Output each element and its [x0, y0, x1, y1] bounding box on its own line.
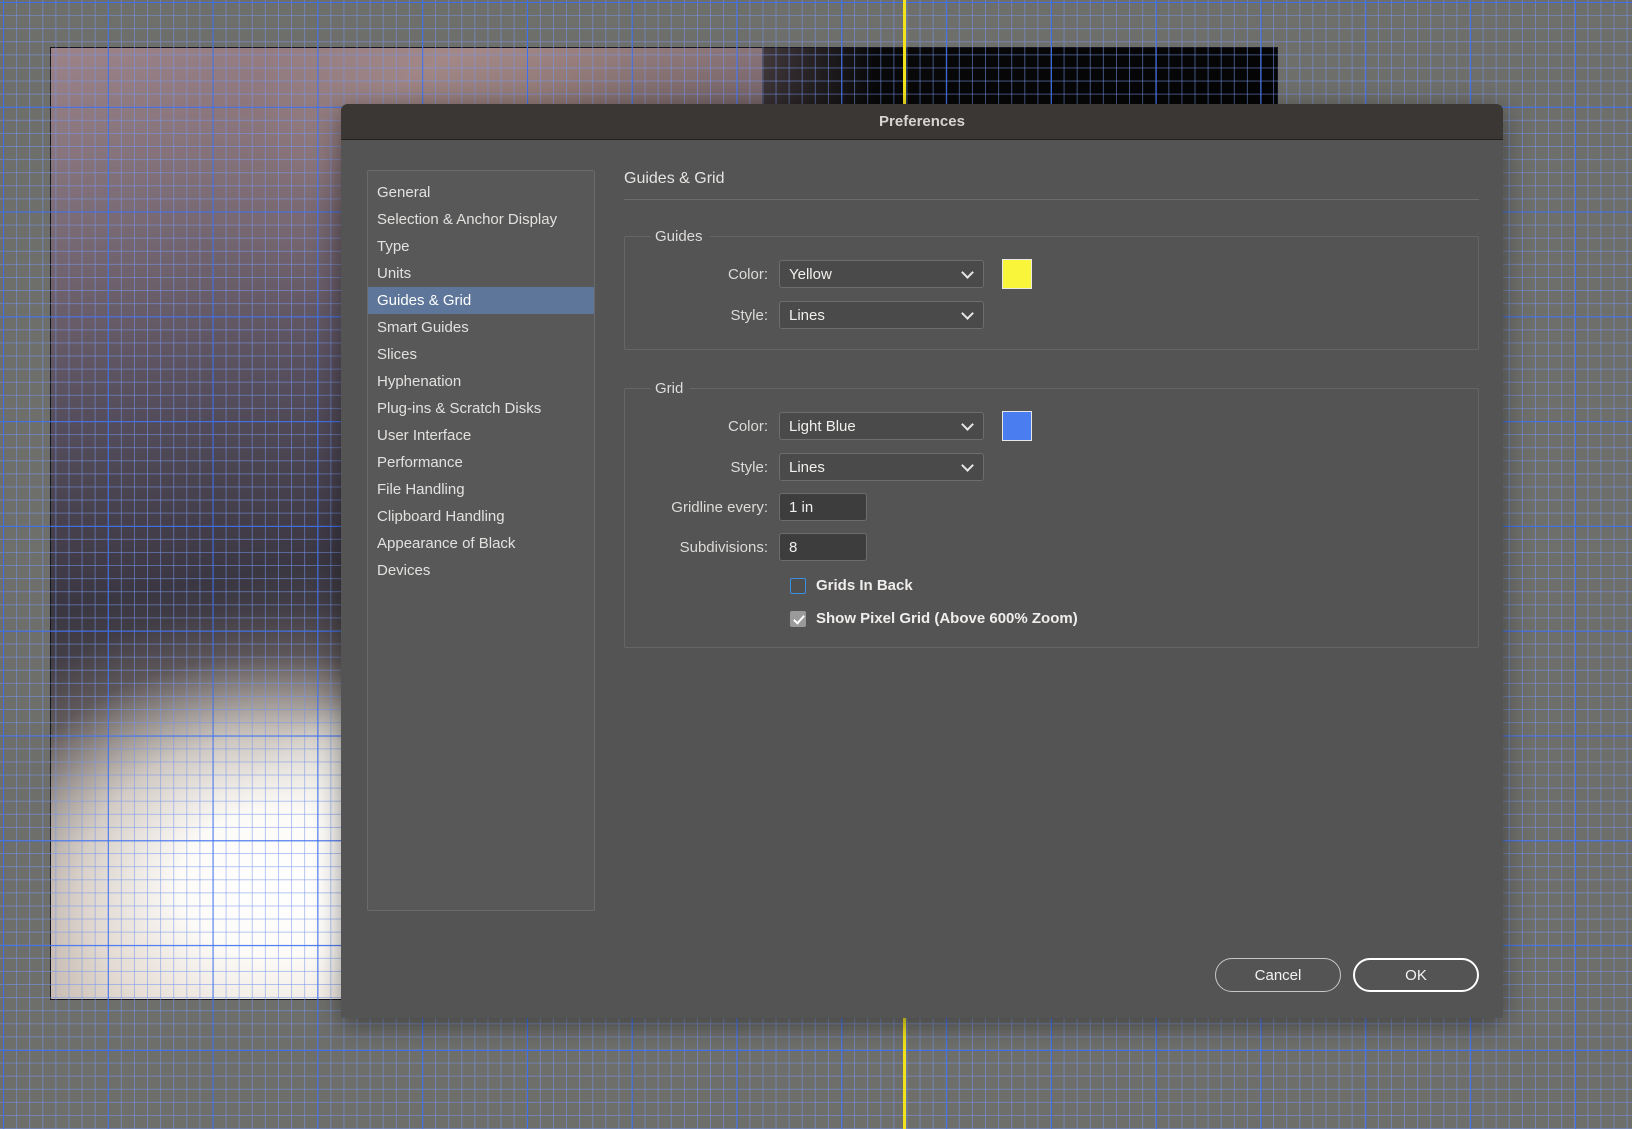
chevron-down-icon [961, 459, 974, 472]
sidebar-item-label: Appearance of Black [377, 535, 516, 552]
dialog-body: General Selection & Anchor Display Type … [341, 140, 1503, 1018]
gridline-every-row: Gridline every: 1 in [643, 493, 1460, 521]
grids-in-back-label: Grids In Back [816, 577, 913, 594]
dialog-title: Preferences [879, 113, 965, 130]
sidebar-item-performance[interactable]: Performance [368, 449, 594, 476]
preferences-dialog: Preferences General Selection & Anchor D… [341, 104, 1503, 1018]
grid-color-select[interactable]: Light Blue [779, 412, 984, 440]
sidebar-item-label: Performance [377, 454, 463, 471]
sidebar-item-selection-anchor-display[interactable]: Selection & Anchor Display [368, 206, 594, 233]
preferences-category-list[interactable]: General Selection & Anchor Display Type … [367, 170, 595, 911]
guides-color-row: Color: Yellow [643, 259, 1460, 289]
chevron-down-icon [961, 266, 974, 279]
grid-color-value: Light Blue [789, 417, 856, 435]
sidebar-item-file-handling[interactable]: File Handling [368, 476, 594, 503]
guides-color-swatch[interactable] [1002, 259, 1032, 289]
grid-group-legend: Grid [655, 380, 684, 397]
guides-style-row: Style: Lines [643, 301, 1460, 329]
pane-heading: Guides & Grid [624, 170, 1479, 200]
grid-color-label: Color: [727, 417, 768, 435]
sidebar-item-devices[interactable]: Devices [368, 557, 594, 584]
sidebar-item-label: Type [377, 238, 410, 255]
guides-group-legend: Guides [655, 228, 703, 245]
grid-color-swatch[interactable] [1002, 411, 1032, 441]
sidebar-item-label: Devices [377, 562, 431, 579]
settings-pane: Guides & Grid Guides Color: Yellow Style… [595, 170, 1479, 1018]
sidebar-item-hyphenation[interactable]: Hyphenation [368, 368, 594, 395]
dialog-footer: Cancel OK [1215, 958, 1479, 992]
subdivisions-value: 8 [789, 538, 798, 556]
grid-group: Grid Color: Light Blue Style: Lines Grid… [624, 380, 1479, 648]
sidebar-item-plugins-scratch-disks[interactable]: Plug-ins & Scratch Disks [368, 395, 594, 422]
guides-style-value: Lines [789, 306, 825, 324]
grid-style-row: Style: Lines [643, 453, 1460, 481]
sidebar-item-clipboard-handling[interactable]: Clipboard Handling [368, 503, 594, 530]
chevron-down-icon [961, 307, 974, 320]
sidebar-item-user-interface[interactable]: User Interface [368, 422, 594, 449]
sidebar-item-label: Hyphenation [377, 373, 462, 390]
sidebar-item-appearance-of-black[interactable]: Appearance of Black [368, 530, 594, 557]
sidebar-item-label: Guides & Grid [377, 292, 472, 309]
gridline-every-value: 1 in [789, 498, 814, 516]
dialog-titlebar[interactable]: Preferences [341, 104, 1503, 140]
show-pixel-grid-row[interactable]: Show Pixel Grid (Above 600% Zoom) [790, 610, 1460, 627]
ok-button[interactable]: OK [1353, 958, 1479, 992]
sidebar-item-label: User Interface [377, 427, 472, 444]
guides-style-select[interactable]: Lines [779, 301, 984, 329]
chevron-down-icon [961, 418, 974, 431]
sidebar-item-label: Selection & Anchor Display [377, 211, 558, 228]
grid-style-label: Style: [730, 458, 768, 476]
grids-in-back-checkbox[interactable] [790, 577, 806, 594]
sidebar-item-smart-guides[interactable]: Smart Guides [368, 314, 594, 341]
sidebar-item-label: Clipboard Handling [377, 508, 505, 525]
gridline-every-input[interactable]: 1 in [779, 493, 867, 521]
show-pixel-grid-checkbox[interactable] [790, 610, 806, 627]
sidebar-item-slices[interactable]: Slices [368, 341, 594, 368]
sidebar-item-label: General [377, 184, 431, 201]
subdivisions-row: Subdivisions: 8 [643, 533, 1460, 561]
sidebar-item-label: Units [377, 265, 412, 282]
cancel-button[interactable]: Cancel [1215, 958, 1341, 992]
sidebar-item-label: Slices [377, 346, 418, 363]
show-pixel-grid-label: Show Pixel Grid (Above 600% Zoom) [816, 610, 1078, 627]
subdivisions-label: Subdivisions: [679, 538, 768, 556]
guides-color-value: Yellow [789, 265, 832, 283]
subdivisions-input[interactable]: 8 [779, 533, 867, 561]
gridline-every-label: Gridline every: [671, 498, 768, 516]
grid-color-row: Color: Light Blue [643, 411, 1460, 441]
sidebar-item-guides-grid[interactable]: Guides & Grid [368, 287, 594, 314]
guides-color-select[interactable]: Yellow [779, 260, 984, 288]
sidebar-item-type[interactable]: Type [368, 233, 594, 260]
sidebar-item-general[interactable]: General [368, 179, 594, 206]
sidebar-item-units[interactable]: Units [368, 260, 594, 287]
sidebar-item-label: Plug-ins & Scratch Disks [377, 400, 542, 417]
guides-group: Guides Color: Yellow Style: Lines [624, 228, 1479, 350]
grids-in-back-row[interactable]: Grids In Back [790, 577, 1460, 594]
guides-style-label: Style: [730, 306, 768, 324]
grid-style-value: Lines [789, 458, 825, 476]
guides-color-label: Color: [727, 265, 768, 283]
sidebar-item-label: File Handling [377, 481, 465, 498]
grid-style-select[interactable]: Lines [779, 453, 984, 481]
sidebar-item-label: Smart Guides [377, 319, 469, 336]
